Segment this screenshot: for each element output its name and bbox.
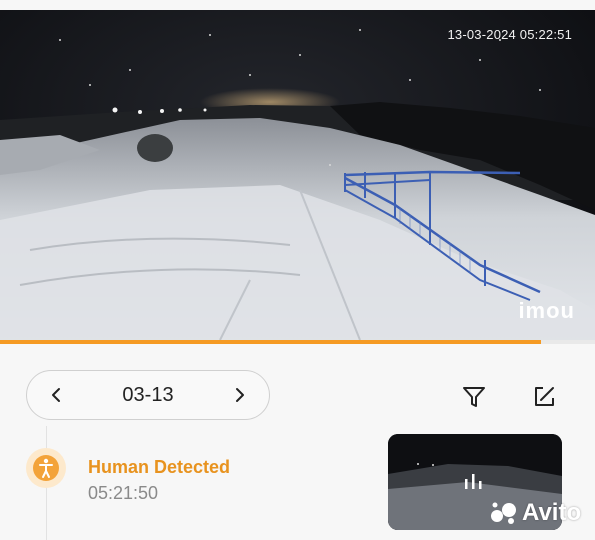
human-icon (26, 448, 66, 488)
camera-image (0, 10, 595, 340)
date-selector: 03-13 (26, 370, 270, 420)
selected-date[interactable]: 03-13 (77, 371, 219, 419)
watermark-text: Avito (522, 499, 582, 526)
playback-progress-fill (0, 340, 542, 344)
edit-icon (535, 387, 554, 406)
edit-button[interactable] (527, 380, 561, 414)
playback-progress-bar[interactable] (0, 340, 595, 344)
chevron-right-icon (236, 388, 244, 402)
camera-view[interactable]: 13-03-2024 05:22:51 imou (0, 10, 595, 340)
filter-icon (463, 387, 485, 407)
camera-timestamp: 13-03-2024 05:22:51 (447, 27, 572, 42)
event-time: 05:21:50 (88, 483, 159, 503)
watermark: Avito (490, 499, 581, 527)
event-type: Human Detected (88, 457, 231, 477)
avito-logo-icon (491, 502, 516, 524)
previous-date-button[interactable] (31, 371, 81, 419)
brand-logo: imou (518, 298, 575, 323)
chevron-left-icon (52, 388, 60, 402)
filter-button[interactable] (457, 380, 491, 414)
next-date-button[interactable] (215, 371, 265, 419)
